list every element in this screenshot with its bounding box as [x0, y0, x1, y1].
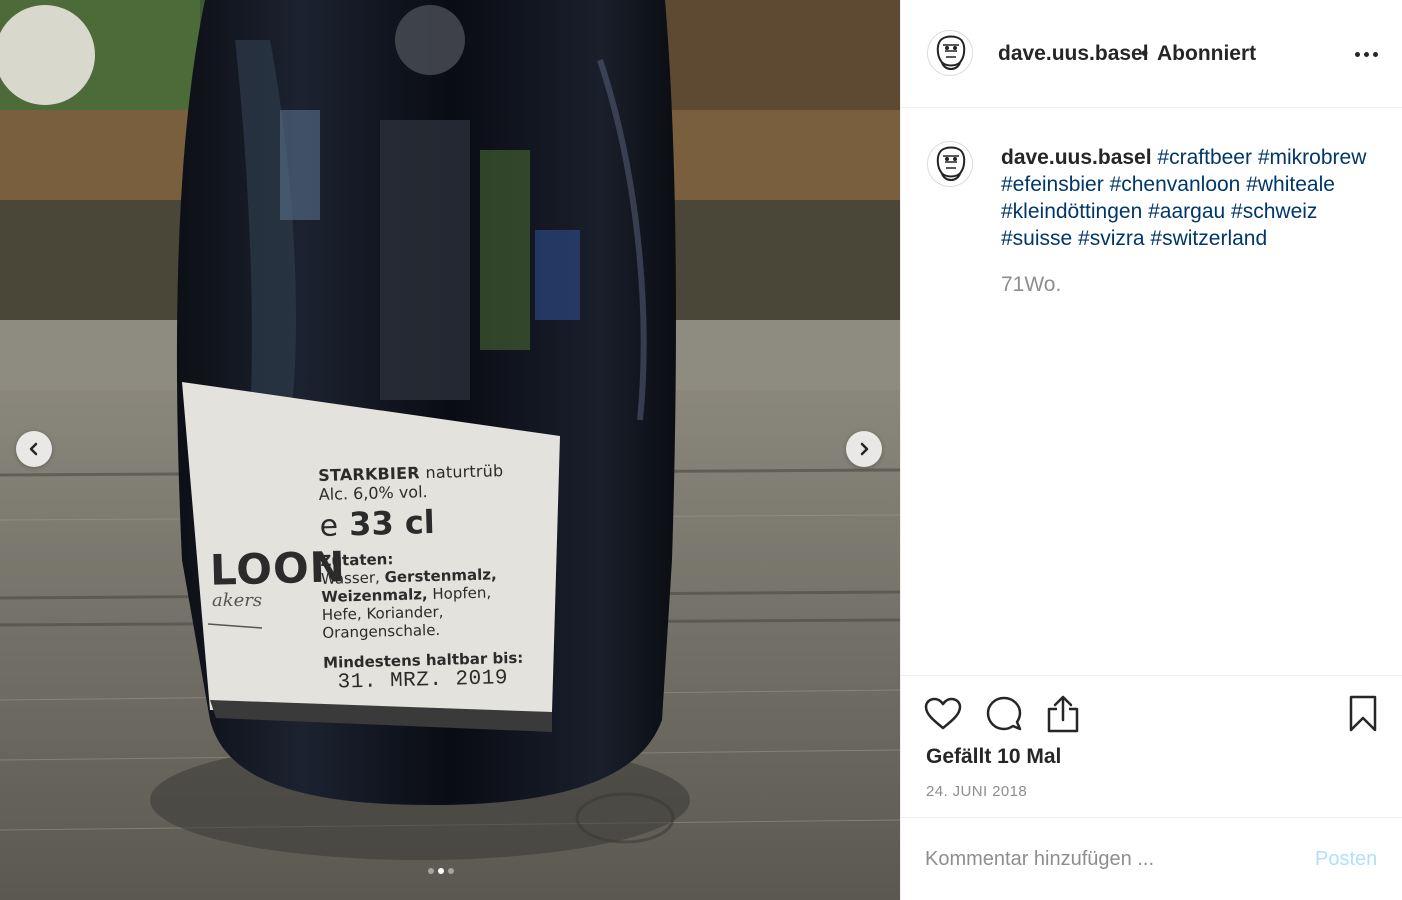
bottle-label-text: STARKBIER naturtrüb Alc. 6,0% vol. e 33 …	[318, 460, 554, 695]
hashtag-link[interactable]: #whiteale	[1246, 173, 1335, 196]
comment-input[interactable]	[925, 842, 1285, 876]
hashtag-link[interactable]: #aargau	[1148, 200, 1225, 223]
bookmark-icon	[1349, 695, 1377, 732]
save-button[interactable]	[1343, 694, 1383, 734]
chevron-right-icon	[860, 442, 869, 456]
post-comment-button[interactable]: Posten	[1315, 848, 1377, 871]
post-caption: dave.uus.basel #craftbeer #mikrobrew #ef…	[1001, 144, 1373, 252]
avatar-image	[928, 142, 972, 186]
more-dot	[1364, 52, 1369, 57]
avatar[interactable]	[927, 30, 973, 76]
follow-status-button[interactable]: Abonniert	[1157, 42, 1256, 66]
hashtag-link[interactable]: #suisse	[1001, 227, 1072, 250]
comment-form: Posten	[901, 818, 1402, 900]
hashtag-link[interactable]: #efeinsbier	[1001, 173, 1104, 196]
hashtag-link[interactable]: #craftbeer	[1157, 146, 1252, 169]
likes-count[interactable]: Gefällt 10 Mal	[926, 745, 1061, 769]
carousel-indicator	[428, 868, 454, 874]
post-details-panel: dave.uus.basel • Abonniert dave.uus.base…	[900, 0, 1402, 900]
like-button[interactable]	[923, 694, 963, 734]
hashtag-link[interactable]: #switzerland	[1150, 227, 1267, 250]
hashtag-link[interactable]: #mikrobrew	[1258, 146, 1367, 169]
label-type-rest: naturtrüb	[425, 461, 504, 483]
bottle-photo	[0, 0, 900, 900]
estimated-sign: e	[319, 508, 339, 544]
comments-section: dave.uus.basel #craftbeer #mikrobrew #ef…	[901, 108, 1402, 675]
more-dot	[1373, 52, 1378, 57]
carousel-prev-button[interactable]	[16, 431, 52, 467]
caption-time[interactable]: 71Wo.	[1001, 273, 1061, 297]
post-media: LOON akers STARKBIER naturtrüb Alc. 6,0%…	[0, 0, 900, 900]
chevron-left-icon	[29, 442, 38, 456]
header-separator: •	[1141, 42, 1149, 65]
post-date: 24. JUNI 2018	[926, 783, 1028, 800]
share-button[interactable]	[1043, 694, 1083, 734]
carousel-dot	[428, 868, 434, 874]
hashtag-link[interactable]: #chenvanloon	[1110, 173, 1241, 196]
avatar[interactable]	[927, 141, 973, 187]
header-username[interactable]: dave.uus.basel	[998, 42, 1149, 66]
label-volume-value: 33 cl	[348, 502, 436, 544]
label-volume: e 33 cl	[319, 500, 550, 544]
hashtag-link[interactable]: #svizra	[1078, 227, 1145, 250]
ingredient: Orangenschale.	[322, 620, 441, 642]
carousel-dot	[438, 868, 444, 874]
hashtag-link[interactable]: #schweiz	[1231, 200, 1317, 223]
post-header: dave.uus.basel • Abonniert	[901, 0, 1402, 108]
hashtag-link[interactable]: #kleindöttingen	[1001, 200, 1142, 223]
avatar-image	[928, 31, 972, 75]
more-dot	[1355, 52, 1360, 57]
more-icon[interactable]	[1355, 52, 1378, 57]
label-brand-sub: akers	[212, 590, 263, 611]
ingredient: Wasser,	[320, 568, 385, 588]
ingredient: Hopfen,	[427, 583, 492, 604]
caption-username[interactable]: dave.uus.basel	[1001, 146, 1152, 169]
comment-icon	[986, 696, 1022, 731]
label-ingredients: Wasser, Gerstenmalz, Weizenmalz, Hopfen,…	[321, 564, 553, 642]
heart-icon	[924, 697, 962, 730]
comment-button[interactable]	[984, 694, 1024, 734]
carousel-dot	[448, 868, 454, 874]
carousel-next-button[interactable]	[846, 431, 882, 467]
share-icon	[1047, 695, 1079, 733]
post-actions: Gefällt 10 Mal 24. JUNI 2018	[901, 675, 1402, 818]
